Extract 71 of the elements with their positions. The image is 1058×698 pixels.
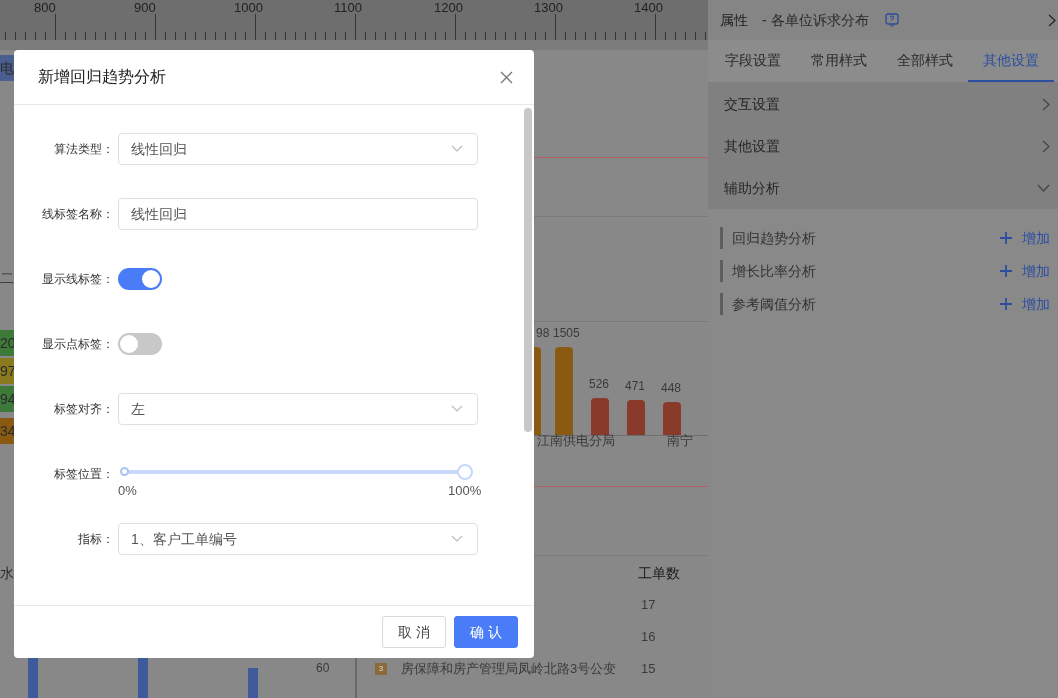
label-text: 水 xyxy=(0,564,14,583)
section-header[interactable]: 交互设置 xyxy=(708,83,1058,125)
panel-subtitle: - 各单位诉求分布 xyxy=(762,10,869,30)
ruler-label: 1400 xyxy=(634,1,663,14)
label-text: 二 xyxy=(0,269,14,288)
dialog-title: 新增回归趋势分析 xyxy=(38,67,166,87)
input-field[interactable]: 线性回归 xyxy=(118,198,478,230)
chevron-down-icon xyxy=(451,535,463,543)
scrollbar-thumb[interactable] xyxy=(524,108,532,432)
plus-icon xyxy=(1000,265,1012,277)
tab[interactable]: 字段设置 xyxy=(710,40,796,82)
slider-min-label: 0% xyxy=(118,482,137,500)
analysis-label: 回归趋势分析 xyxy=(732,228,817,248)
chart-bar xyxy=(248,668,258,698)
help-icon xyxy=(884,13,899,27)
ruler-label: 1200 xyxy=(434,1,463,14)
table-cell-text: 15 xyxy=(641,660,656,678)
panel-title: 属性 xyxy=(720,10,748,30)
ruler-label: 1000 xyxy=(234,1,263,14)
analysis-label: 增长比率分析 xyxy=(732,261,817,281)
section-header[interactable]: 辅助分析 xyxy=(708,167,1058,209)
tab[interactable]: 常用样式 xyxy=(796,40,882,82)
column-header: 工单数 xyxy=(638,564,680,583)
add-button[interactable]: 增加 xyxy=(1000,293,1050,315)
select-field[interactable]: 1、客户工单编号 xyxy=(118,523,478,555)
value-label: 471 xyxy=(625,380,646,392)
plus-icon xyxy=(1000,232,1012,244)
rank-badge: 3 xyxy=(375,663,387,675)
close-icon xyxy=(499,70,513,84)
field-label: 指标： xyxy=(77,531,114,548)
plus-icon xyxy=(1000,298,1012,310)
ruler-label: 1100 xyxy=(334,1,362,14)
chevron-down-icon xyxy=(451,405,463,413)
value-label: 98 xyxy=(536,327,550,339)
add-button[interactable]: 增加 xyxy=(1000,227,1050,249)
field-label: 算法类型： xyxy=(53,141,114,158)
cancel-button[interactable]: 取 消 xyxy=(382,616,446,648)
add-button[interactable]: 增加 xyxy=(1000,260,1050,282)
close-button[interactable] xyxy=(498,69,514,85)
table-cell-text: 17 xyxy=(641,596,656,614)
slider-start-handle[interactable] xyxy=(120,467,129,476)
axis-label: 南宁 xyxy=(667,432,693,450)
field-label: 标签对齐： xyxy=(53,401,114,418)
field-label: 线标签名称： xyxy=(41,206,114,223)
analysis-label: 参考阈值分析 xyxy=(732,294,817,314)
tag: 97 xyxy=(0,358,14,384)
ruler-label: 800 xyxy=(34,1,56,14)
axis-label: 60 xyxy=(316,661,330,675)
chevron-down-icon xyxy=(451,145,463,153)
table-cell-text: 房保障和房产管理局凤岭北路3号公变 xyxy=(401,660,617,678)
value-label: 526 xyxy=(589,378,610,390)
chevron-right-icon xyxy=(1048,13,1056,27)
slider-max-label: 100% xyxy=(448,482,482,500)
slider-handle[interactable] xyxy=(457,464,473,480)
field-label: 显示点标签： xyxy=(41,336,114,353)
tab[interactable]: 全部样式 xyxy=(882,40,968,82)
table-cell-text: 16 xyxy=(641,628,656,646)
value-label: 448 xyxy=(661,382,682,394)
ruler-label: 900 xyxy=(134,1,156,14)
select-field[interactable]: 左 xyxy=(118,393,478,425)
tag: 电 xyxy=(0,55,14,81)
field-label: 显示线标签： xyxy=(41,271,114,288)
confirm-button[interactable]: 确 认 xyxy=(454,616,518,648)
ruler-label: 1300 xyxy=(534,1,563,14)
toggle-switch[interactable] xyxy=(118,268,162,290)
axis-label: 江南供电分局 xyxy=(537,432,615,450)
field-label: 标签位置： xyxy=(53,466,114,483)
toggle-switch[interactable] xyxy=(118,333,162,355)
value-label: 1505 xyxy=(553,327,580,339)
section-header[interactable]: 其他设置 xyxy=(708,125,1058,167)
select-field[interactable]: 线性回归 xyxy=(118,133,478,165)
